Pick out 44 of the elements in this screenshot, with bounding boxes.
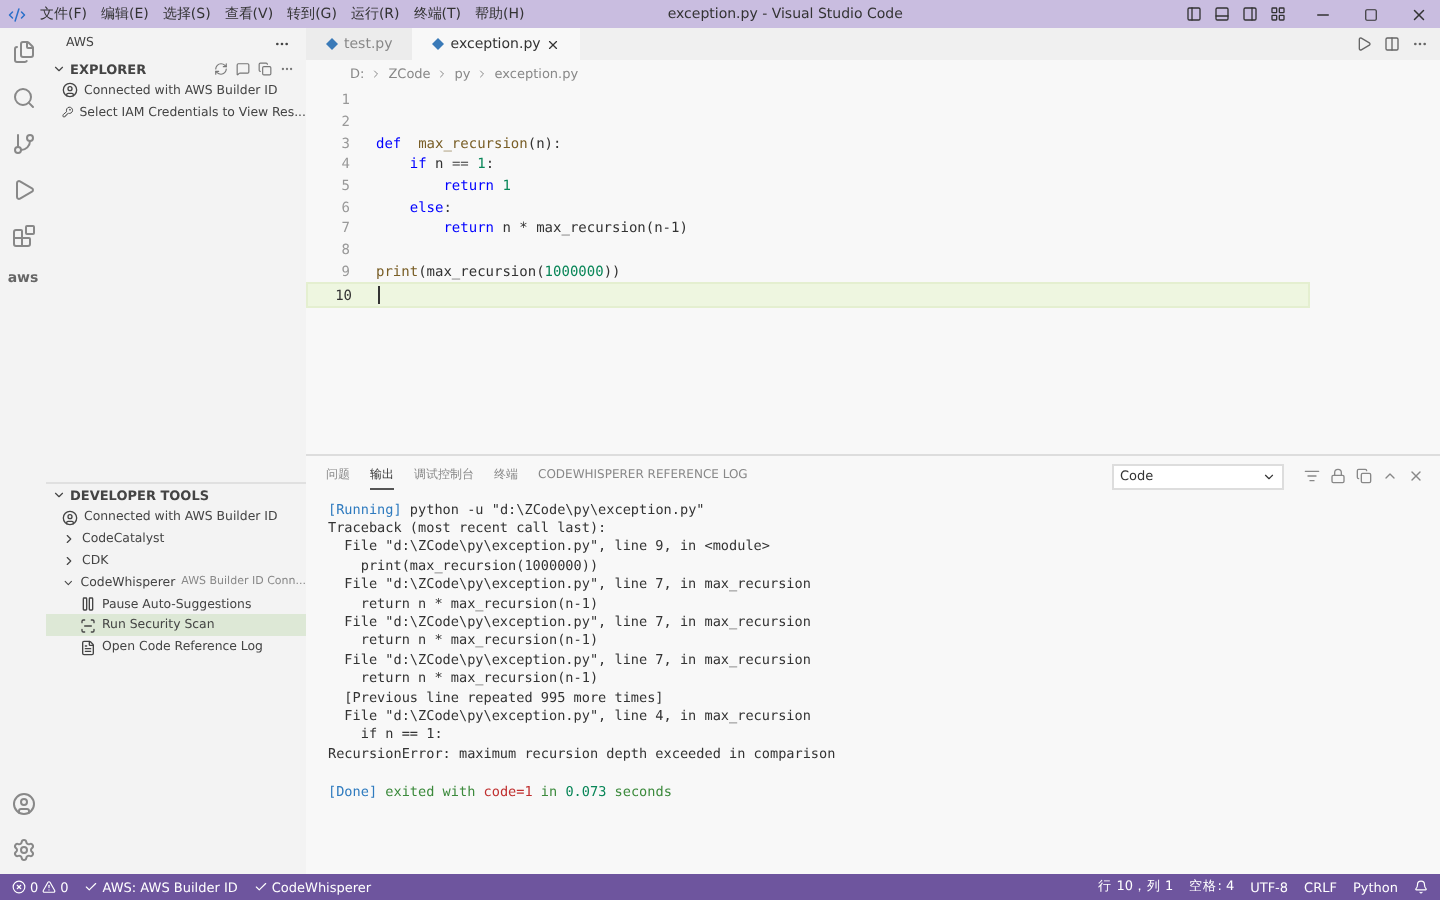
layout-icon[interactable]: [1186, 6, 1202, 22]
copy-icon[interactable]: [258, 62, 272, 76]
account-icon[interactable]: [11, 792, 35, 816]
refresh-icon[interactable]: [214, 62, 228, 76]
check-icon: [84, 880, 99, 894]
clear-icon[interactable]: [1356, 468, 1372, 484]
chevron-icon: [52, 488, 66, 503]
pause-icon: [80, 596, 96, 612]
run-icon[interactable]: [1356, 36, 1372, 52]
user-icon: [62, 82, 78, 99]
chat-icon[interactable]: [236, 62, 250, 76]
user-icon: [62, 509, 78, 526]
python-file-icon: [432, 38, 445, 50]
close-icon[interactable]: [546, 37, 561, 51]
key-icon: [62, 104, 74, 121]
filter-icon[interactable]: [1304, 468, 1320, 484]
lock-icon[interactable]: [1330, 468, 1346, 484]
extensions-icon[interactable]: [11, 224, 35, 248]
error-icon[interactable]: [12, 880, 26, 894]
chevron-icon: [476, 67, 489, 79]
chevron-icon: [436, 67, 449, 79]
python-file-icon: [326, 38, 338, 50]
warning-icon[interactable]: [42, 880, 57, 894]
restore-icon[interactable]: [1364, 7, 1378, 21]
layout-icon[interactable]: [1270, 6, 1286, 22]
check-icon: [253, 880, 268, 894]
chevron-icon: [370, 67, 383, 79]
notifications-icon[interactable]: [1414, 880, 1428, 894]
settings-icon[interactable]: [11, 838, 35, 862]
maximize-icon[interactable]: [1382, 468, 1398, 484]
app-logo-icon: [8, 5, 26, 23]
search-icon[interactable]: [11, 86, 35, 110]
chevron-icon: [52, 62, 66, 76]
split-editor-icon[interactable]: [1384, 36, 1400, 52]
document-icon: [80, 639, 96, 656]
scan-icon: [80, 617, 96, 634]
files-icon[interactable]: [11, 40, 35, 64]
text-cursor: [378, 286, 380, 305]
branch-icon[interactable]: [11, 132, 35, 156]
layout-icon[interactable]: [1242, 6, 1258, 22]
close-icon[interactable]: [1410, 5, 1428, 23]
run-icon[interactable]: [11, 178, 35, 202]
chevron-icon: [1262, 469, 1276, 483]
layout-icon[interactable]: [1214, 6, 1230, 22]
